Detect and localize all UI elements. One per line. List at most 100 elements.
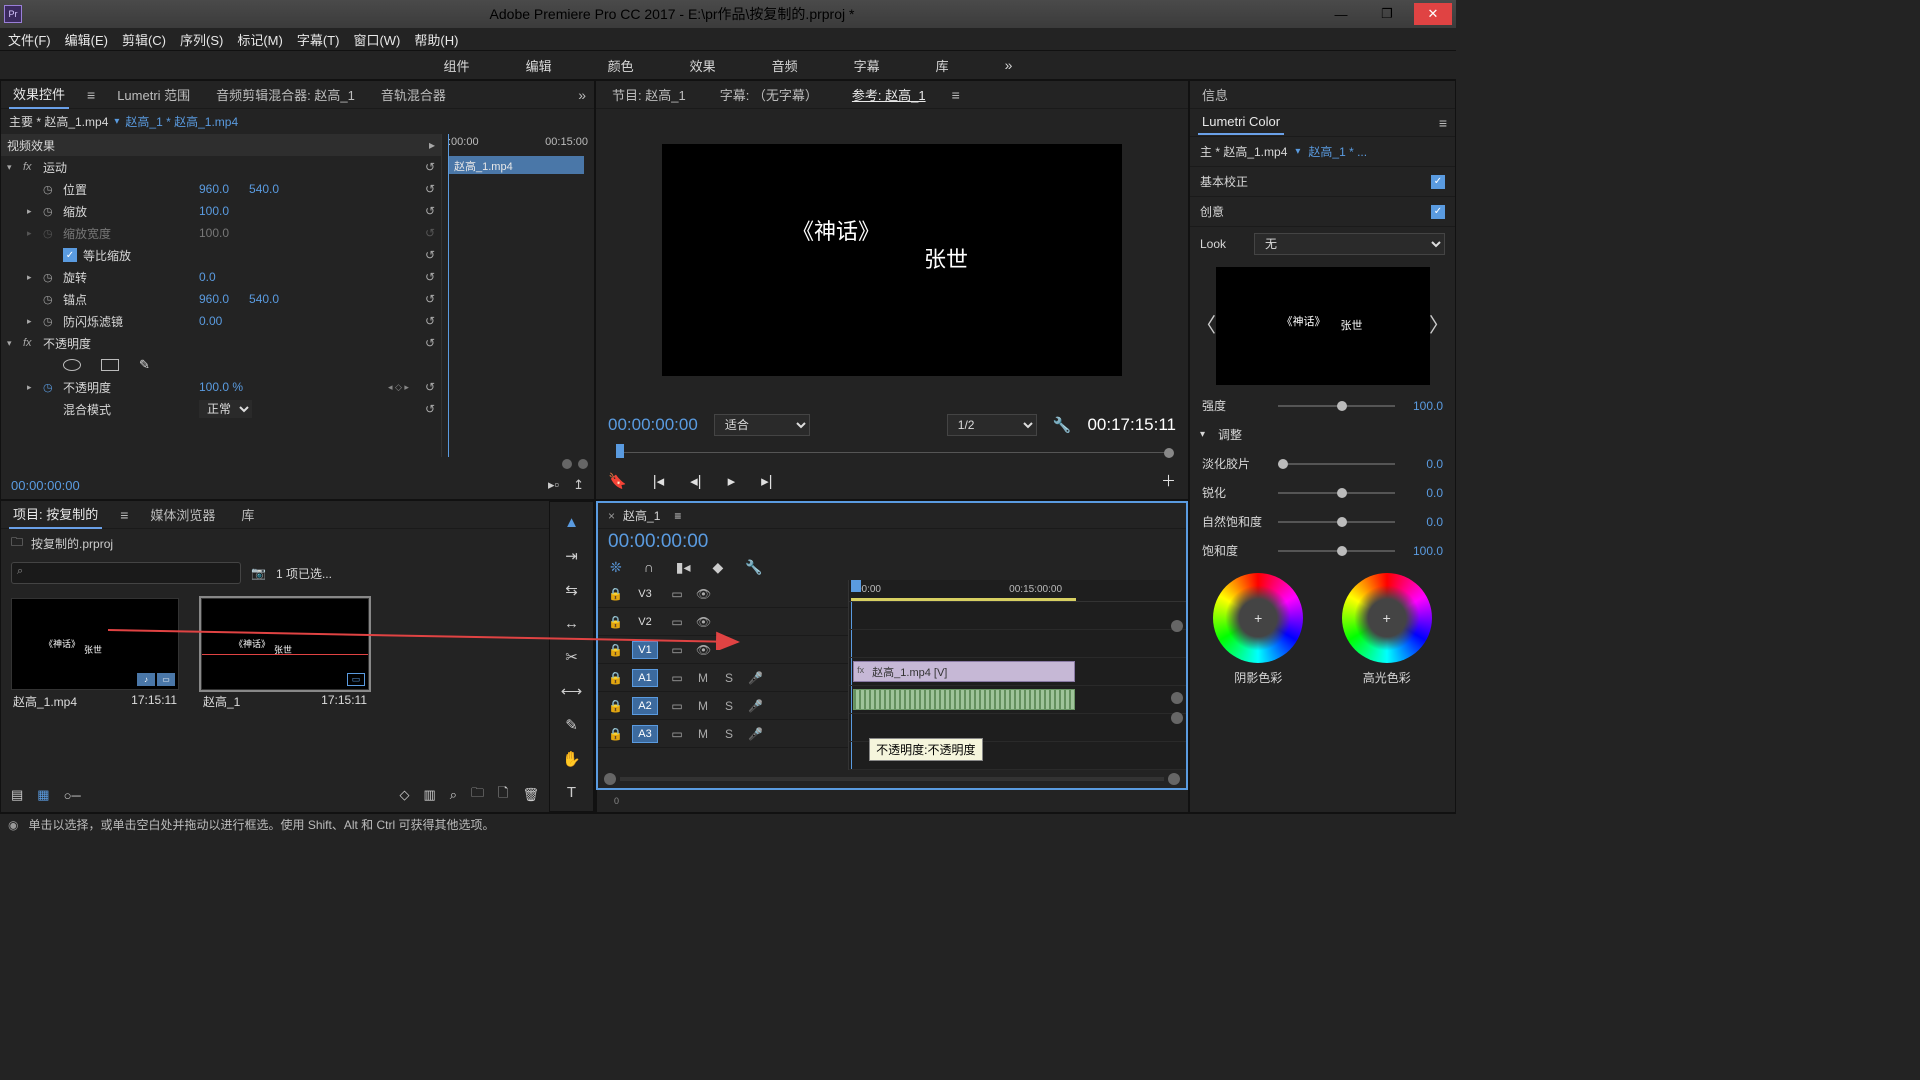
workspace-effects[interactable]: 效果 [680,52,726,79]
ec-mini-timeline[interactable]: :00:00 00:15:00 赵高_1.mp4 [441,134,594,457]
slider-value[interactable]: 0.0 [1403,486,1443,500]
sync-lock-icon[interactable]: ▭ [670,587,684,601]
lumetri-master[interactable]: 主 * 赵高_1.mp4 [1200,143,1287,160]
slider-value[interactable]: 0.0 [1403,515,1443,529]
mute-icon[interactable]: M [696,727,710,741]
camera-icon[interactable]: 📷 [251,566,266,580]
timeline-tracks[interactable]: :00:00 00:15:00:00 fx 赵高_1.mp4 [V] [849,580,1186,770]
sync-lock-icon[interactable]: ▭ [670,671,684,685]
close-tab-icon[interactable]: × [608,509,615,523]
tab-program[interactable]: 节目: 赵高_1 [604,82,694,107]
menu-sequence[interactable]: 序列(S) [176,28,227,51]
tab-captions[interactable]: 字幕: （无字幕） [712,82,826,107]
project-item[interactable]: 《神话》 张世 ♪▭ 赵高_1.mp417:15:11 [11,598,179,713]
workspace-audio[interactable]: 音频 [762,52,808,79]
twisty-icon[interactable]: ▸ [27,272,37,283]
track-target[interactable]: A3 [632,725,658,743]
scrub-bar[interactable] [608,440,1176,462]
pen-mask-icon[interactable]: ✎ [139,357,150,373]
menu-file[interactable]: 文件(F) [4,28,55,51]
tabs-overflow-icon[interactable]: » [578,87,586,103]
menu-help[interactable]: 帮助(H) [410,28,462,51]
icon-view-icon[interactable]: ▦ [37,787,49,803]
freeform-icon[interactable]: ○─ [64,788,81,803]
project-item[interactable]: 《神话》 张世 ▭ 赵高_117:15:11 [201,598,369,713]
selection-tool-icon[interactable]: ▲ [559,514,585,531]
sync-lock-icon[interactable]: ▭ [670,699,684,713]
slip-tool-icon[interactable]: ⟷ [559,682,585,700]
slider-value[interactable]: 100.0 [1403,544,1443,558]
step-forward-icon[interactable]: ▸| [761,472,772,490]
scrub-endcap-icon[interactable] [1164,448,1174,458]
thumbnail[interactable]: 《神话》 张世 ▭ [201,598,369,690]
maximize-button[interactable]: ❐ [1368,3,1406,25]
twisty-icon[interactable]: ▸ [27,382,37,393]
track-header-V2[interactable]: 🔒 V2 ▭ 👁 [598,608,848,636]
new-bin-icon[interactable]: 🗀 [471,784,484,806]
ec-instance-clip[interactable]: 赵高_1 * 赵高_1.mp4 [125,113,238,130]
sequence-name[interactable]: 赵高_1 [623,507,660,524]
marker-icon[interactable]: 🔖 [608,472,627,490]
reset-icon[interactable]: ↺ [425,204,435,218]
chevron-down-icon[interactable]: ▾ [114,116,119,127]
panel-menu-icon[interactable]: ≡ [87,87,95,103]
workspace-captions[interactable]: 字幕 [844,52,890,79]
bin-icon[interactable]: 🗀 [11,533,23,554]
monitor-viewport[interactable]: 《神话》 张世 [596,109,1188,410]
sync-lock-icon[interactable]: ▭ [670,727,684,741]
pos-x-value[interactable]: 960.0 [199,182,229,196]
add-button-icon[interactable]: ＋ [1161,470,1176,491]
ec-clip-bar[interactable]: 赵高_1.mp4 [448,156,584,174]
lane-v3[interactable] [849,602,1186,630]
solo-icon[interactable]: S [722,671,736,685]
blend-mode-select[interactable]: 正常 [199,400,252,418]
menu-marker[interactable]: 标记(M) [233,28,287,51]
new-item-icon[interactable]: 🗋 [498,784,508,806]
wheel-center-icon[interactable]: + [1254,610,1262,626]
reset-icon[interactable]: ↺ [425,248,435,262]
twisty-icon[interactable]: ▾ [1200,429,1210,440]
solo-icon[interactable]: S [722,727,736,741]
lane-v2[interactable] [849,630,1186,658]
scroll-cap-icon[interactable] [1171,692,1183,704]
workspace-assembly[interactable]: 组件 [434,52,480,79]
anchor-x-value[interactable]: 960.0 [199,292,229,306]
prev-look-icon[interactable]: 〈 [1196,309,1216,338]
scroll-cap-icon[interactable] [1171,712,1183,724]
slider-track[interactable] [1278,521,1395,523]
pen-tool-icon[interactable]: ✎ [559,716,585,734]
scroll-cap-icon[interactable] [578,459,588,469]
section-creative[interactable]: 创意 ✓ [1190,197,1455,227]
section-enable-checkbox[interactable]: ✓ [1431,205,1445,219]
track-header-A1[interactable]: 🔒 A1 ▭ M S 🎤 [598,664,848,692]
ec-master-clip[interactable]: 主要 * 赵高_1.mp4 [9,113,108,130]
stopwatch-icon[interactable]: ◷ [43,271,57,284]
next-look-icon[interactable]: 〉 [1429,309,1449,338]
slider-track[interactable] [1278,463,1395,465]
scroll-cap-icon[interactable] [1171,620,1183,632]
stopwatch-icon[interactable]: ◷ [43,315,57,328]
track-target[interactable]: V3 [632,585,658,603]
section-enable-checkbox[interactable]: ✓ [1431,175,1445,189]
anchor-y-value[interactable]: 540.0 [249,292,279,306]
play-only-icon[interactable]: ▸▫ [548,477,559,493]
solo-icon[interactable]: S [722,699,736,713]
uniform-scale-checkbox[interactable]: ✓ [63,248,77,262]
panel-menu-icon[interactable]: ≡ [674,509,681,523]
tab-project[interactable]: 项目: 按复制的 [9,500,102,529]
twisty-icon[interactable]: ▾ [7,162,17,173]
menu-clip[interactable]: 剪辑(C) [118,28,170,51]
ripple-tool-icon[interactable]: ⇆ [559,581,585,599]
minimize-button[interactable]: — [1322,3,1360,25]
slider-track[interactable] [1278,405,1395,407]
reset-icon[interactable]: ↺ [425,182,435,196]
slider-thumb[interactable] [1337,401,1347,411]
timeline-timecode[interactable]: 00:00:00:00 [608,531,708,553]
track-header-A2[interactable]: 🔒 A2 ▭ M S 🎤 [598,692,848,720]
track-header-A3[interactable]: 🔒 A3 ▭ M S 🎤 [598,720,848,748]
tab-audio-track-mixer[interactable]: 音轨混合器 [377,81,450,108]
section-basic-correction[interactable]: 基本校正 ✓ [1190,167,1455,197]
step-back-icon[interactable]: ◂| [690,472,701,490]
workspace-overflow-icon[interactable]: » [995,53,1023,77]
rate-stretch-tool-icon[interactable]: ↔ [559,615,585,632]
